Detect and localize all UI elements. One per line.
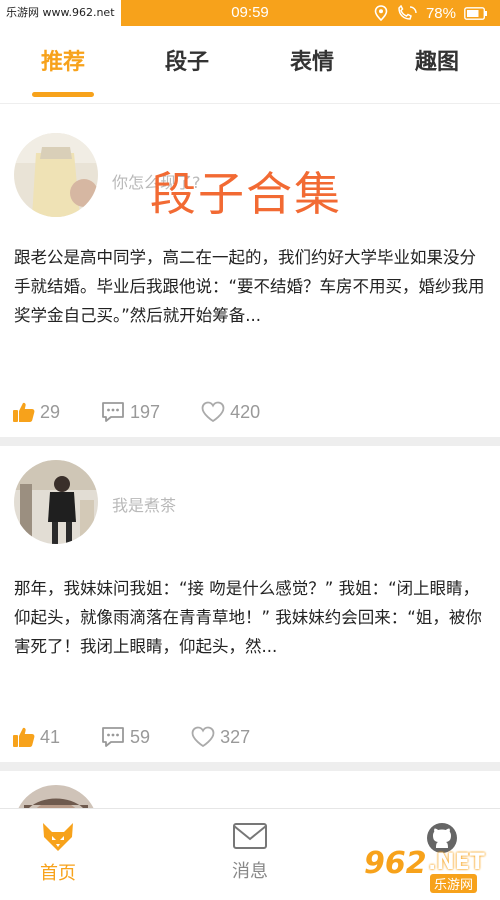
battery-icon [464, 6, 487, 20]
thumbs-up-icon [13, 727, 35, 747]
location-icon [374, 5, 388, 21]
like-count: 41 [40, 726, 61, 747]
tab-jokes[interactable]: 段子 [132, 44, 242, 76]
active-tab-indicator [32, 92, 94, 97]
avatar[interactable] [14, 785, 98, 808]
post-card[interactable]: 我是煮茶 那年，我妹妹问我姐：“接 吻是什么感觉？” 我姐：“闭上眼睛，仰起头，… [0, 446, 500, 762]
watermark-net: .NET [428, 850, 485, 875]
tab-recommend[interactable]: 推荐 [8, 44, 118, 76]
card-divider [0, 762, 500, 771]
watermark-sub: 乐游网 [430, 874, 478, 893]
status-bar: 乐游网 www.962.net 09:59 78% [0, 0, 500, 26]
post-content[interactable]: 那年，我妹妹问我姐：“接 吻是什么感觉？” 我姐：“闭上眼睛，仰起头，就像雨滴落… [14, 574, 486, 661]
comment-count: 59 [130, 726, 151, 747]
comment-icon [102, 727, 124, 747]
card-divider [0, 437, 500, 446]
like-count: 29 [40, 401, 61, 422]
envelope-icon [233, 823, 267, 849]
post-card[interactable] [0, 771, 500, 808]
avatar[interactable] [14, 460, 98, 544]
like-button[interactable]: 41 [12, 725, 60, 749]
nav-home[interactable]: 首页 [8, 821, 108, 885]
favorite-button[interactable]: 327 [190, 725, 250, 749]
bottom-nav: 首页 消息 962 .NET 乐游网 [0, 808, 500, 900]
post-content[interactable]: 跟老公是高中同学，高二在一起的，我们约好大学毕业如果没分手就结婚。毕业后我跟他说… [14, 243, 486, 330]
comment-count: 197 [130, 401, 161, 422]
tab-funny-pics[interactable]: 趣图 [382, 44, 492, 76]
post-actions: 41 59 327 [12, 724, 250, 750]
post-card[interactable]: 你怎么现了? 跟老公是高中同学，高二在一起的，我们约好大学毕业如果没分手就结婚。… [0, 105, 500, 437]
phone-signal-icon [398, 5, 417, 20]
comment-icon [102, 402, 124, 422]
overlay-title: 段子合集 [150, 167, 342, 221]
nav-messages[interactable]: 消息 [200, 821, 300, 883]
thumbs-up-icon [13, 402, 35, 422]
status-icons: 78% [374, 0, 488, 26]
category-tabs: 推荐 段子 表情 趣图 [0, 26, 500, 104]
watermark-num: 962 [364, 846, 427, 881]
favorite-count: 327 [220, 726, 251, 747]
post-username[interactable]: 我是煮茶 [112, 492, 176, 516]
favorite-button[interactable]: 420 [200, 400, 260, 424]
favorite-count: 420 [230, 401, 261, 422]
post-actions: 29 197 420 [12, 399, 260, 425]
watermark-bottom-right: 962 .NET 乐游网 [364, 844, 494, 894]
like-button[interactable]: 29 [12, 400, 60, 424]
heart-icon [201, 401, 225, 423]
nav-home-label: 首页 [40, 863, 76, 884]
tab-emoji[interactable]: 表情 [257, 44, 367, 76]
comment-button[interactable]: 197 [100, 400, 160, 424]
heart-icon [191, 726, 215, 748]
avatar[interactable] [14, 133, 98, 217]
comment-button[interactable]: 59 [100, 725, 150, 749]
fox-home-icon [43, 823, 73, 851]
nav-messages-label: 消息 [232, 861, 268, 882]
battery-percent: 78% [425, 4, 456, 22]
